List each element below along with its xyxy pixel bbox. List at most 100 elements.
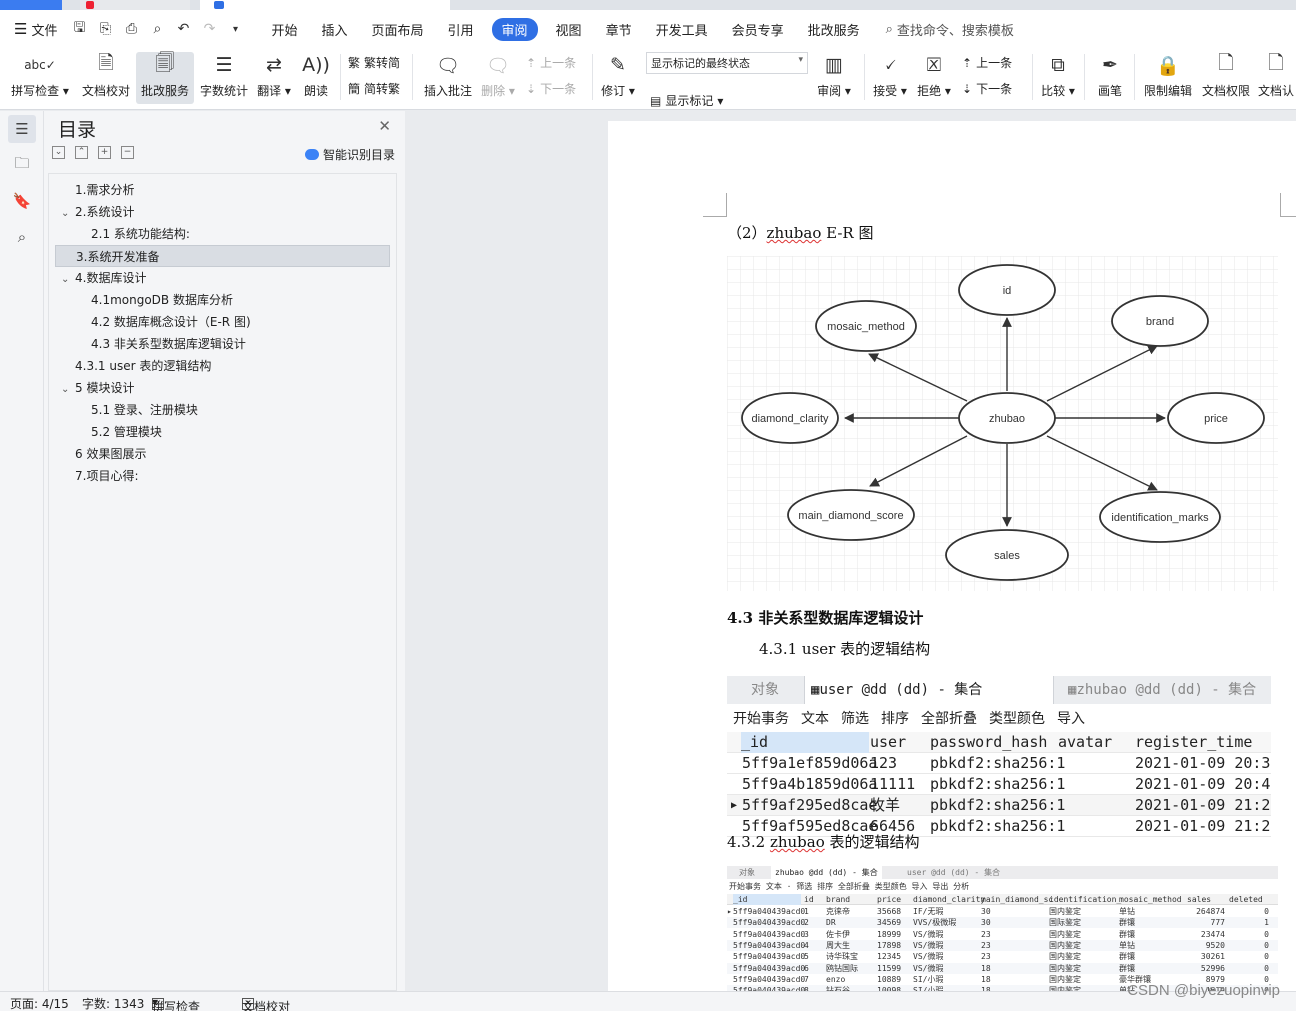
document-area[interactable]: （2）zhubao E-R 图 zhubao id brand price id… (406, 111, 1296, 991)
menu-start[interactable]: 开始 (271, 20, 297, 39)
table-cell: 5ff9a040439acd0 (733, 974, 806, 984)
toc-item[interactable]: 4.3.1 user 表的逻辑结构 (55, 355, 390, 377)
correction-service-button[interactable]: 🗐 批改服务 (136, 52, 194, 104)
document-page[interactable]: （2）zhubao E-R 图 zhubao id brand price id… (608, 121, 1296, 991)
simp-to-trad-button[interactable]: 簡简转繁 (348, 80, 400, 97)
show-markup-button[interactable]: ▤ 显示标记 ▾ (650, 92, 723, 109)
toc-item-selected[interactable]: 3.系统开发准备 (55, 245, 390, 267)
toc-item[interactable]: 4.2 数据库概念设计（E-R 图) (55, 311, 390, 333)
insert-comment-button[interactable]: 🗨 插入批注 (420, 52, 476, 104)
chevron-down-icon[interactable]: ⌄ (61, 203, 75, 225)
toc-item[interactable]: 4.3 非关系型数据库逻辑设计 (55, 333, 390, 355)
redo-icon[interactable]: ↷ (201, 21, 217, 37)
er-caption: （2）zhubao E-R 图 (727, 224, 874, 242)
spell-check-button[interactable]: abc✓ 拼写检查 ▾ (10, 52, 70, 104)
accept-button[interactable]: 🗸 接受 ▾ (870, 52, 910, 104)
toc-item[interactable]: 5.2 管理模块 (55, 421, 390, 443)
toc-item[interactable]: 7.项目心得: (55, 465, 390, 487)
table-row-current: ▶ 5ff9af295ed8cae 牧羊 pbkdf2:sha256:1 202… (727, 795, 1271, 816)
collapse-down-icon[interactable]: ⌄ (52, 146, 65, 159)
smart-toc-button[interactable]: 智能识别目录 (304, 146, 395, 163)
pen-button[interactable]: ✒ 画笔 (1090, 52, 1130, 104)
er-label-diamond-clarity: diamond_clarity (751, 413, 829, 425)
menu-page-layout[interactable]: 页面布局 (372, 20, 424, 39)
chevron-down-icon[interactable]: ⌄ (61, 269, 75, 291)
export-pdf-icon[interactable]: ⎘ (97, 21, 113, 37)
toc-item[interactable]: 5.1 登录、注册模块 (55, 399, 390, 421)
search-icon[interactable]: ⌕ (8, 223, 36, 251)
toc-item[interactable]: 6 效果图展示 (55, 443, 390, 465)
trad-to-simp-button[interactable]: 繁繁转简 (348, 54, 400, 71)
prev-change-button[interactable]: ⇡ 上一条 (962, 54, 1012, 71)
collapse-icon[interactable]: − (121, 146, 134, 159)
expand-icon[interactable]: + (98, 146, 111, 159)
chevron-down-icon[interactable]: ▾ (227, 24, 243, 35)
command-search[interactable]: ⌕ 查找命令、搜索模板 (886, 20, 1014, 39)
next-comment-button[interactable]: ⇣ 下一条 (526, 80, 576, 97)
table-row: 5ff9a040439acd0 3 佐卡伊 18999 VS/微瑕 23 国内鉴定 群镶 234… (727, 929, 1278, 940)
toc-item[interactable]: 1.需求分析 (55, 179, 390, 201)
toc-item[interactable]: 4.1mongoDB 数据库分析 (55, 289, 390, 311)
close-icon[interactable]: ✕ (378, 117, 391, 135)
read-aloud-button[interactable]: A)) 朗读 (298, 52, 334, 104)
table-row: 5ff9a4b1859d06a 11111 pbkdf2:sha256:1 20… (727, 774, 1271, 795)
table-cell: 群镶 (1119, 963, 1135, 973)
prev-comment-button[interactable]: ⇡ 上一条 (526, 54, 576, 71)
window-tab-home[interactable] (0, 0, 62, 10)
print-icon[interactable]: ⎙ (123, 21, 139, 37)
menu-insert[interactable]: 插入 (321, 20, 347, 39)
word-count-button[interactable]: ☰ 字数统计 (196, 52, 252, 104)
toc-item[interactable]: ⌄ 5 模块设计 (55, 377, 390, 399)
chapter-nav-icon[interactable]: 🗀 (8, 151, 36, 179)
search-icon: ⌕ (885, 21, 893, 37)
chevron-down-icon[interactable]: ⌄ (61, 379, 75, 401)
er-label-sales: sales (994, 550, 1020, 562)
reject-button[interactable]: 🗵 拒绝 ▾ (914, 52, 954, 104)
restrict-edit-button[interactable]: 🔒 限制编辑 (1140, 52, 1196, 104)
review-pane-button[interactable]: ▥ 审阅 ▾ (812, 52, 856, 104)
outline-nav-icon[interactable]: ☰ (8, 115, 36, 143)
menu-section[interactable]: 章节 (606, 20, 632, 39)
outline-title: 目录 (58, 119, 97, 141)
menu-view[interactable]: 视图 (556, 20, 582, 39)
print-preview-icon[interactable]: ⌕ (149, 21, 165, 37)
ribbon-separator (1032, 54, 1033, 100)
window-tab-document[interactable] (200, 0, 450, 10)
menu-references[interactable]: 引用 (448, 20, 474, 39)
next-change-button[interactable]: ⇣ 下一条 (962, 80, 1012, 97)
window-tab-pdf[interactable] (80, 0, 190, 10)
toc-item[interactable]: ⌄ 4.数据库设计 (55, 267, 390, 289)
doc-check-button[interactable]: 🗎 文档校对 (78, 52, 134, 104)
translate-button[interactable]: ⇄ 翻译 ▾ (254, 52, 294, 104)
toc-item[interactable]: 2.1 系统功能结构: (55, 223, 390, 245)
menu-correction[interactable]: 批改服务 (808, 20, 860, 39)
doc-permission-button[interactable]: 🗋 文档权限 (1198, 52, 1254, 104)
table-row: 5ff9a040439acd0 6 鸥钻国际 11599 VS/微瑕 18 国内鉴定 群镶 52… (727, 962, 1278, 974)
table-cell: 7 (804, 974, 809, 984)
compare-button[interactable]: ⧉ 比较 ▾ (1038, 52, 1078, 104)
doc-cert-button[interactable]: 🗋 文档认 (1256, 52, 1296, 104)
save-icon[interactable]: 🖫 (71, 17, 87, 41)
undo-icon[interactable]: ↶ (175, 21, 191, 37)
table-row: 5ff9a040439acd0 4 周大生 17898 VS/微瑕 23 国内鉴定 单钻 952… (727, 939, 1278, 951)
table-cell: 0 (1264, 952, 1269, 962)
track-changes-button[interactable]: ✎ 修订 ▾ (598, 52, 638, 104)
table-cell: 17898 (877, 940, 902, 950)
table-cell: 1 (1264, 918, 1269, 928)
toc-item[interactable]: ⌄ 2.系统设计 (55, 201, 390, 223)
translate-icon: ⇄ (266, 54, 282, 76)
word-count[interactable]: 字数: 1343 (82, 995, 144, 1011)
collapse-up-icon[interactable]: ⌃ (75, 146, 88, 159)
status-spell-check[interactable]: ✓ 拼写检查 ▾ (152, 995, 200, 1011)
menu-developer[interactable]: 开发工具 (656, 20, 708, 39)
markup-state-select[interactable]: 显示标记的最终状态 ▾ (646, 52, 808, 74)
table-cell: 52996 (1200, 963, 1225, 973)
correction-icon: 🗐 (155, 52, 175, 74)
page-indicator[interactable]: 页面: 4/15 (10, 995, 69, 1011)
bookmark-icon[interactable]: 🔖 (8, 187, 36, 215)
menu-review[interactable]: 审阅 (491, 17, 538, 41)
file-menu[interactable]: ☰ 文件 (14, 20, 57, 39)
delete-comment-button[interactable]: 🗨 删除 ▾ (478, 52, 518, 104)
table-cell: VVS/极微瑕 (913, 918, 957, 928)
menu-member[interactable]: 会员专享 (732, 20, 784, 39)
